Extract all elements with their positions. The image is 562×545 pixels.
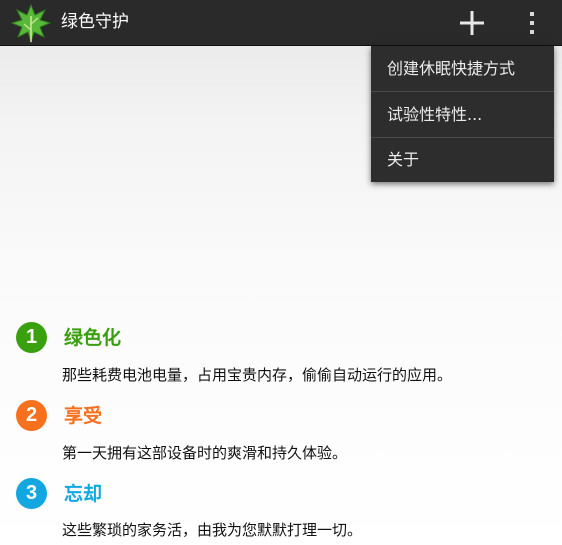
app-title: 绿色守护: [61, 12, 129, 32]
feature-description-enjoy: 第一天拥有这部设备时的爽滑和持久体验。: [62, 444, 348, 462]
feature-title-green: 绿色化: [64, 327, 122, 349]
more-vert-icon[interactable]: [520, 6, 544, 40]
step-1-badge: 1: [16, 322, 47, 353]
step-2-badge: 2: [16, 400, 47, 431]
menu-item-about[interactable]: 关于: [371, 138, 554, 182]
step-3-badge: 3: [16, 478, 47, 509]
overflow-menu: 创建休眠快捷方式 试验性特性... 关于: [371, 46, 554, 182]
action-bar: 绿色守护: [0, 0, 562, 46]
feature-description-forget: 这些繁琐的家务活，由我为您默默打理一切。: [62, 521, 363, 539]
menu-item-experimental[interactable]: 试验性特性...: [371, 92, 554, 137]
plus-icon[interactable]: [455, 6, 489, 40]
leaf-icon[interactable]: [10, 2, 52, 44]
feature-description-green: 那些耗费电池电量，占用宝贵内存，偷偷自动运行的应用。: [62, 366, 453, 384]
menu-item-create-shortcut[interactable]: 创建休眠快捷方式: [371, 46, 554, 91]
feature-title-enjoy: 享受: [64, 405, 103, 427]
feature-title-forget: 忘却: [64, 483, 103, 505]
